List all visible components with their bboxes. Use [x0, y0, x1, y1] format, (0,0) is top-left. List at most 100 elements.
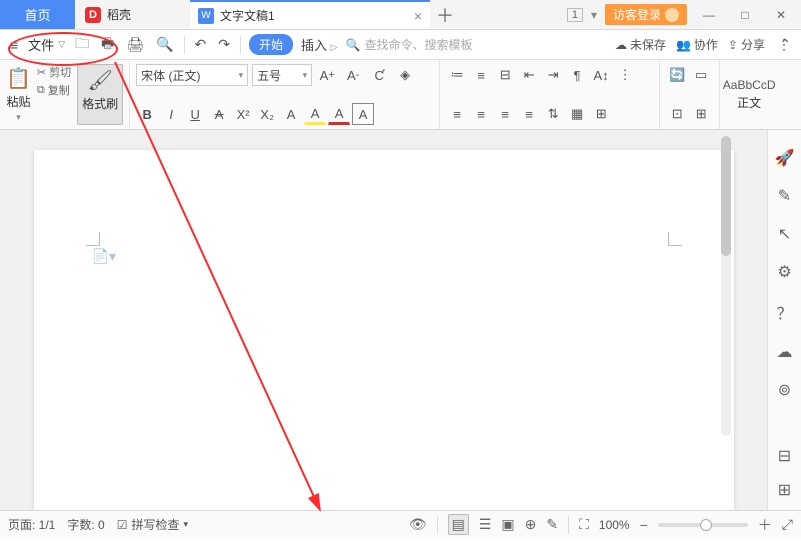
- print-preview-icon[interactable]: 🔍: [154, 34, 175, 55]
- collab-button[interactable]: 👥协作: [676, 36, 718, 53]
- settings-button[interactable]: ⊞: [690, 103, 712, 125]
- menu-icon[interactable]: ≡: [8, 35, 20, 55]
- cloud-tool-icon[interactable]: ☁: [777, 342, 793, 362]
- window-maximize-button[interactable]: □: [731, 5, 759, 25]
- save-icon[interactable]: 🗀: [73, 31, 91, 59]
- highlight-button[interactable]: A: [304, 103, 326, 125]
- find-replace-button[interactable]: 🔄: [666, 64, 688, 86]
- decrease-indent-button[interactable]: ⇤: [518, 64, 540, 86]
- char-border-button[interactable]: A: [352, 103, 374, 125]
- toolbox-icon[interactable]: ⊞: [778, 480, 791, 500]
- zoom-slider-thumb[interactable]: [700, 519, 712, 531]
- increase-indent-button[interactable]: ⇥: [542, 64, 564, 86]
- rocket-icon[interactable]: 🚀: [775, 148, 795, 168]
- status-page[interactable]: 页面: 1/1: [8, 516, 55, 533]
- shapes-button[interactable]: ⊡: [666, 103, 688, 125]
- guest-login-label: 访客登录: [613, 6, 661, 23]
- numbering-button[interactable]: ≡: [470, 64, 492, 86]
- help-icon[interactable]: ？: [776, 300, 792, 324]
- tab-doke[interactable]: D 稻壳: [75, 0, 190, 29]
- format-painter-label: 格式刷: [82, 95, 118, 112]
- draft-view-icon[interactable]: ✎: [546, 516, 558, 533]
- font-size-combo[interactable]: 五号▾: [252, 64, 312, 86]
- fullscreen-icon[interactable]: ⤢: [782, 516, 793, 533]
- strike-button[interactable]: A: [208, 103, 230, 125]
- fit-width-icon[interactable]: ⛶: [579, 516, 589, 533]
- sort-button[interactable]: ⋮: [614, 64, 636, 86]
- bold-button[interactable]: B: [136, 103, 158, 125]
- scrollbar-thumb[interactable]: [721, 136, 731, 256]
- align-left-button[interactable]: ≡: [446, 103, 468, 125]
- file-menu[interactable]: 文件 ▽: [28, 35, 65, 54]
- tab-home[interactable]: 首页: [0, 0, 75, 29]
- web-view-icon[interactable]: ⊕: [525, 516, 537, 533]
- borders-button[interactable]: ⊞: [590, 103, 612, 125]
- pencil-icon[interactable]: ✎: [778, 186, 791, 206]
- status-word-count[interactable]: 字数: 0: [67, 516, 104, 533]
- undo-icon[interactable]: ↶: [193, 34, 209, 55]
- change-case-button[interactable]: Ƈ: [368, 64, 390, 86]
- cut-button[interactable]: ✂剪切: [37, 64, 71, 80]
- zoom-slider[interactable]: [658, 523, 748, 527]
- outline-view-icon[interactable]: ☰: [479, 516, 492, 533]
- tab-document[interactable]: W 文字文稿1 ×: [190, 0, 430, 29]
- grow-font-button[interactable]: A+: [316, 64, 338, 86]
- align-justify-button[interactable]: ≡: [518, 103, 540, 125]
- style-normal[interactable]: AaBbCcD 正文: [720, 60, 778, 129]
- zoom-in-button[interactable]: ＋: [758, 515, 772, 535]
- underline-button[interactable]: U: [184, 103, 206, 125]
- document-canvas[interactable]: 📄▾: [0, 130, 767, 510]
- check-icon: ☑: [117, 518, 128, 532]
- text-effects-button[interactable]: A: [280, 103, 302, 125]
- bullets-button[interactable]: ≔: [446, 64, 468, 86]
- guest-login-button[interactable]: 访客登录: [605, 4, 687, 25]
- tab-char-button[interactable]: ¶: [566, 64, 588, 86]
- ribbon-tab-start[interactable]: 开始: [249, 34, 293, 55]
- print-icon[interactable]: 🖨: [124, 34, 146, 55]
- task-icon[interactable]: ⊟: [778, 446, 791, 466]
- dropdown-icon[interactable]: ▾: [591, 8, 597, 22]
- paste-button[interactable]: 📋 粘贴 ▾: [6, 64, 31, 125]
- clear-format-button[interactable]: ◈: [394, 64, 416, 86]
- cursor-icon[interactable]: ↖: [778, 224, 791, 244]
- text-direction-button[interactable]: A↕: [590, 64, 612, 86]
- page-view-icon[interactable]: ▤: [448, 514, 469, 535]
- more-tool-icon[interactable]: ⊚: [778, 380, 791, 400]
- redo-icon[interactable]: ↷: [216, 34, 232, 55]
- align-right-button[interactable]: ≡: [494, 103, 516, 125]
- window-close-button[interactable]: ✕: [767, 5, 795, 25]
- collapse-ribbon-icon[interactable]: ⌃: [777, 34, 793, 55]
- share-button[interactable]: ⇪分享: [728, 36, 765, 53]
- format-painter-button[interactable]: 🖌 格式刷: [77, 64, 123, 125]
- new-tab-button[interactable]: ＋: [430, 0, 460, 29]
- status-spellcheck[interactable]: ☑拼写检查▾: [117, 516, 188, 533]
- margin-corner-icon: [668, 232, 682, 246]
- font-name-combo[interactable]: 宋体 (正文)▾: [136, 64, 248, 86]
- align-center-button[interactable]: ≡: [470, 103, 492, 125]
- multilevel-button[interactable]: ⊟: [494, 64, 516, 86]
- page[interactable]: 📄▾: [34, 150, 734, 510]
- subscript-button[interactable]: X₂: [256, 103, 278, 125]
- unsaved-indicator[interactable]: ☁未保存: [615, 36, 666, 53]
- select-button[interactable]: ▭: [690, 64, 712, 86]
- ribbon-tab-insert[interactable]: 插入 ▷: [301, 35, 338, 54]
- sliders-icon[interactable]: ⚙: [777, 262, 791, 282]
- eye-icon[interactable]: 👁: [409, 516, 427, 533]
- copy-button[interactable]: ⧉复制: [37, 82, 71, 98]
- zoom-value[interactable]: 100%: [599, 518, 630, 532]
- window-index-badge[interactable]: 1: [567, 8, 583, 22]
- save-as-icon[interactable]: 🖶: [99, 31, 116, 59]
- separator: [184, 36, 185, 54]
- vertical-scrollbar[interactable]: [721, 136, 731, 436]
- reading-view-icon[interactable]: ▣: [501, 516, 514, 533]
- window-minimize-button[interactable]: —: [695, 5, 723, 25]
- shrink-font-button[interactable]: A-: [342, 64, 364, 86]
- superscript-button[interactable]: X²: [232, 103, 254, 125]
- tab-close-icon[interactable]: ×: [414, 8, 422, 24]
- shading-button[interactable]: ▦: [566, 103, 588, 125]
- italic-button[interactable]: I: [160, 103, 182, 125]
- font-color-button[interactable]: A: [328, 103, 350, 125]
- line-spacing-button[interactable]: ⇅: [542, 103, 564, 125]
- zoom-out-button[interactable]: −: [640, 517, 648, 533]
- command-search[interactable]: 🔍 查找命令、搜索模板: [346, 36, 473, 53]
